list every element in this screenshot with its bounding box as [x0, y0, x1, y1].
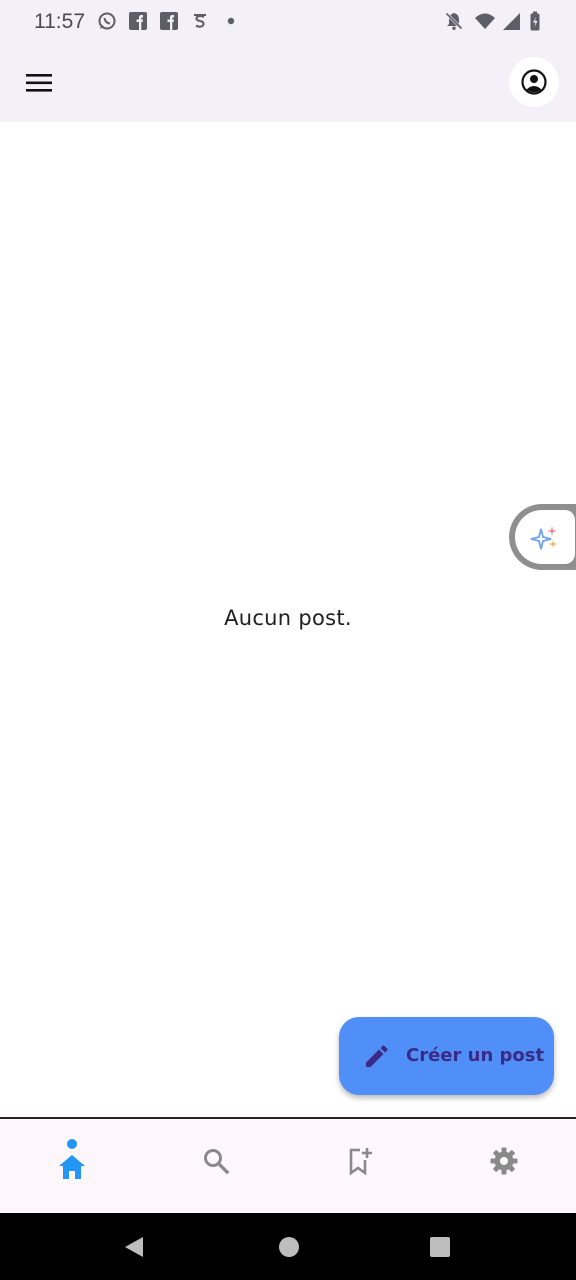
- status-bar: 11:57: [0, 0, 576, 44]
- pencil-icon: [366, 1045, 388, 1067]
- recents-icon[interactable]: [429, 1236, 451, 1258]
- wifi-icon: [475, 13, 495, 29]
- facebook-icon: [129, 12, 147, 30]
- whatsapp-icon: [98, 12, 116, 30]
- assistant-bubble[interactable]: [509, 504, 576, 570]
- create-post-button[interactable]: Créer un post: [339, 1017, 554, 1095]
- bookmark-add-icon: [349, 1148, 372, 1176]
- dot-icon: [227, 17, 235, 25]
- active-indicator: [67, 1139, 77, 1149]
- profile-button[interactable]: [509, 57, 559, 107]
- create-post-label: Créer un post: [406, 1045, 545, 1066]
- nav-search[interactable]: [144, 1119, 288, 1213]
- nav-home[interactable]: [0, 1119, 144, 1213]
- system-nav-bar: [0, 1213, 576, 1280]
- sparkle-icon: [530, 526, 557, 550]
- menu-button[interactable]: [20, 64, 58, 102]
- bottom-nav: [0, 1119, 576, 1213]
- search-icon: [204, 1149, 230, 1175]
- assistant-bubble-inner: [515, 510, 575, 564]
- nav-settings[interactable]: [432, 1119, 576, 1213]
- facebook-icon: [160, 12, 178, 30]
- top-app-bar: [0, 44, 576, 122]
- hamburger-menu-icon: [26, 74, 52, 92]
- battery-icon: [530, 11, 540, 31]
- home-circle-icon[interactable]: [277, 1235, 301, 1259]
- back-icon[interactable]: [122, 1235, 146, 1259]
- empty-posts-message: Aucun post.: [224, 606, 352, 630]
- app-notification-icon: [194, 14, 206, 28]
- home-icon: [59, 1155, 85, 1179]
- account-circle-icon: [521, 69, 547, 95]
- notifications-off-icon: [445, 12, 463, 30]
- settings-icon: [490, 1147, 518, 1175]
- nav-saved[interactable]: [288, 1119, 432, 1213]
- status-time: 11:57: [34, 10, 85, 33]
- signal-icon: [503, 13, 520, 30]
